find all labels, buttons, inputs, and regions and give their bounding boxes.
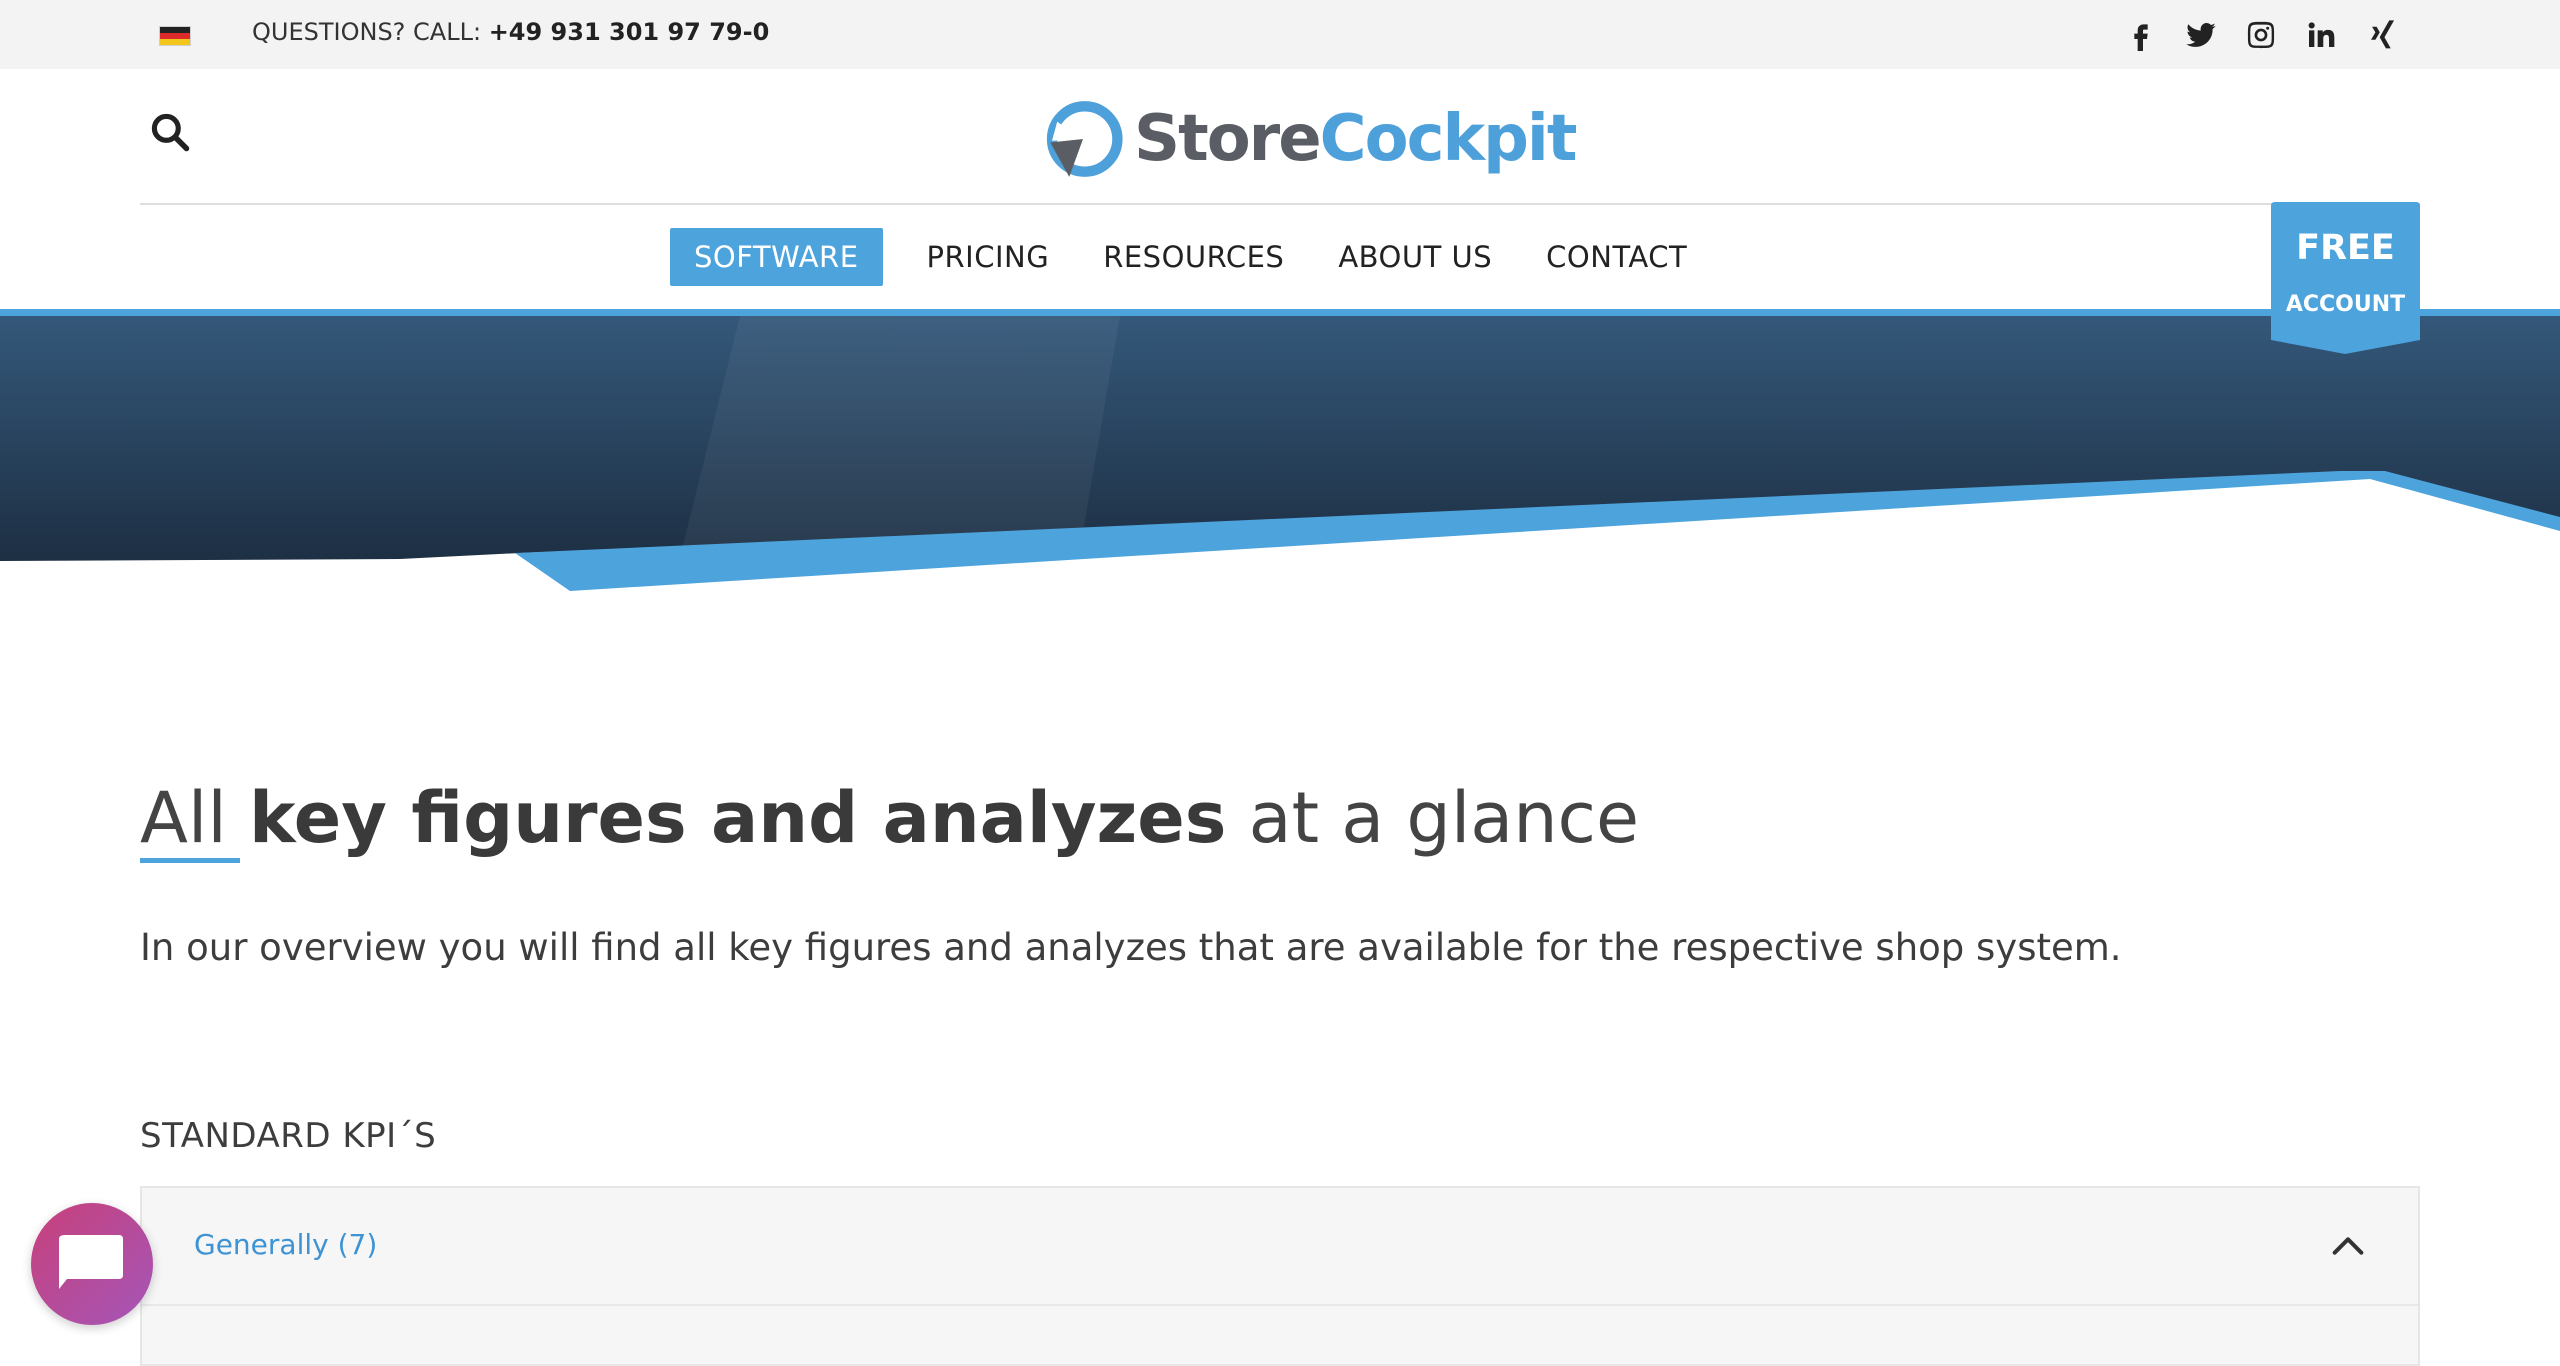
accordion-header-generally[interactable]: Generally (7): [142, 1188, 2418, 1306]
nav-item-software[interactable]: SOFTWARE: [670, 228, 883, 286]
section-title: STANDARD KPI´S: [140, 1116, 437, 1156]
linkedin-icon[interactable]: [2302, 16, 2340, 54]
page-title: All key figures and analyzes at a glance: [140, 776, 1640, 859]
instagram-icon[interactable]: [2242, 16, 2280, 54]
accordion: Generally (7): [140, 1186, 2420, 1366]
nav-item-pricing[interactable]: PRICING: [917, 228, 1060, 286]
search-icon[interactable]: [148, 110, 192, 154]
facebook-icon[interactable]: [2122, 16, 2160, 54]
title-underline: [140, 858, 240, 863]
header-divider: [140, 203, 2420, 205]
phone-number-link[interactable]: +49 931 301 97 79-0: [489, 18, 770, 46]
german-flag-icon[interactable]: [159, 26, 191, 46]
lead-text: In our overview you will find all key fi…: [140, 926, 2122, 969]
main-nav: SOFTWARE PRICING RESOURCES ABOUT US CONT…: [670, 228, 1697, 286]
free-account-line1: FREE: [2296, 228, 2395, 268]
free-account-line2: ACCOUNT: [2285, 292, 2406, 317]
social-links: [2122, 16, 2400, 54]
logo-text: StoreCockpit: [1134, 102, 1577, 176]
nav-item-contact[interactable]: CONTACT: [1536, 228, 1697, 286]
top-bar: QUESTIONS? CALL: +49 931 301 97 79-0: [0, 0, 2560, 69]
free-account-button[interactable]: FREE ACCOUNT: [2271, 202, 2420, 354]
chat-widget-button[interactable]: [31, 1203, 153, 1325]
chat-bubble-icon: [59, 1235, 123, 1289]
twitter-icon[interactable]: [2182, 16, 2220, 54]
xing-icon[interactable]: [2362, 16, 2400, 54]
questions-label: QUESTIONS? CALL:: [252, 18, 482, 46]
phone-info: QUESTIONS? CALL: +49 931 301 97 79-0: [252, 18, 769, 46]
logo-mark-icon: [1046, 101, 1123, 177]
storecockpit-logo[interactable]: StoreCockpit: [1040, 96, 1577, 182]
chevron-up-icon: [2332, 1237, 2364, 1255]
hero-banner: [0, 309, 2560, 599]
accordion-label: Generally (7): [194, 1228, 378, 1261]
nav-item-resources[interactable]: RESOURCES: [1093, 228, 1294, 286]
nav-item-about-us[interactable]: ABOUT US: [1328, 228, 1502, 286]
